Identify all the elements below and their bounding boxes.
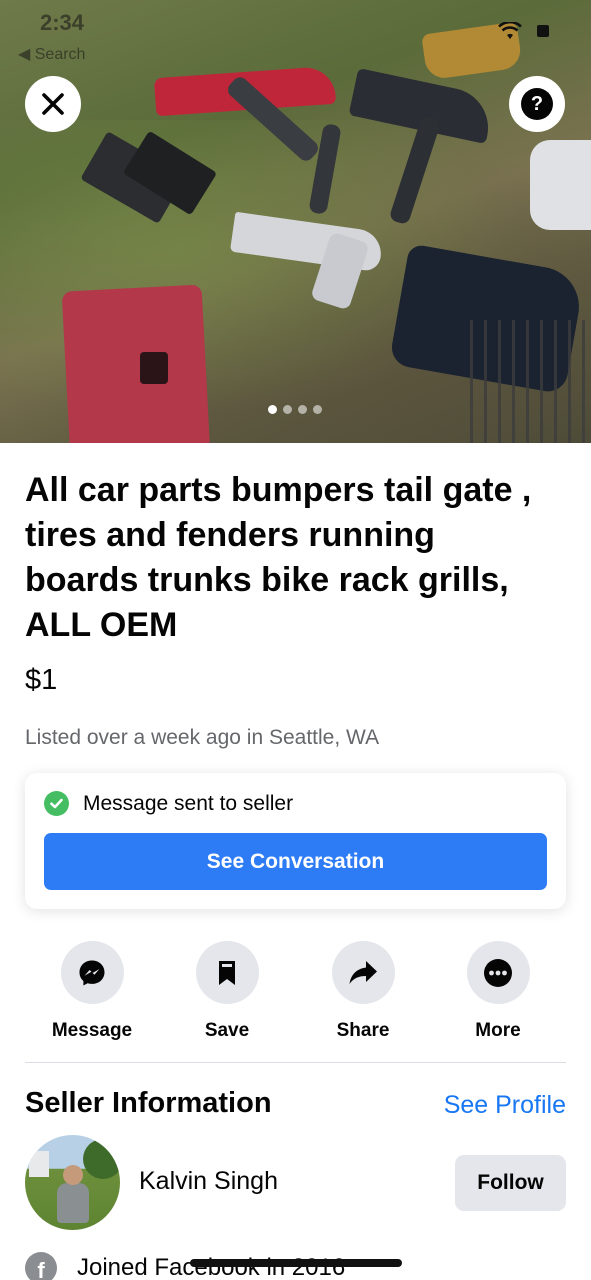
- more-action-circle[interactable]: [466, 941, 530, 1004]
- message-status: Message sent to seller: [44, 791, 293, 816]
- photo-pager: [268, 405, 322, 414]
- avatar-tree: [83, 1139, 120, 1179]
- status-time: 2:34: [40, 10, 85, 35]
- wifi-icon: [498, 22, 522, 39]
- check-circle-icon: [44, 791, 69, 816]
- follow-button[interactable]: Follow: [455, 1155, 566, 1211]
- help-icon: ?: [521, 88, 553, 120]
- listing-meta: Listed over a week ago in Seattle, WA: [25, 726, 380, 749]
- seller-avatar[interactable]: [25, 1135, 120, 1230]
- more-action[interactable]: More: [433, 941, 563, 1042]
- action-row: Message Save Share More: [25, 941, 566, 1041]
- help-button[interactable]: ?: [509, 76, 565, 132]
- share-arrow-icon: [349, 960, 377, 984]
- listing-title: All car parts bumpers tail gate , tires …: [25, 471, 532, 644]
- pager-dot[interactable]: [283, 405, 292, 414]
- avatar-house: [29, 1151, 49, 1177]
- joined-text: Joined Facebook in 2016: [77, 1254, 346, 1280]
- photo-fence: [470, 320, 591, 443]
- see-profile-link[interactable]: See Profile: [444, 1091, 566, 1120]
- avatar-head: [63, 1165, 83, 1185]
- see-conversation-button[interactable]: See Conversation: [44, 833, 547, 890]
- message-status-text: Message sent to seller: [83, 791, 294, 815]
- photo-white-panel: [530, 140, 591, 230]
- bookmark-icon: [219, 960, 235, 985]
- seller-section-title: Seller Information: [25, 1087, 272, 1119]
- avatar-body: [57, 1183, 89, 1223]
- battery-icon: [537, 25, 549, 37]
- save-action[interactable]: Save: [162, 941, 292, 1042]
- share-action[interactable]: Share: [298, 941, 428, 1042]
- message-sent-card: Message sent to seller See Conversation: [25, 773, 566, 909]
- seller-name[interactable]: Kalvin Singh: [139, 1167, 278, 1196]
- more-action-label: More: [475, 1020, 521, 1041]
- messenger-icon: [79, 960, 105, 985]
- close-icon: [42, 93, 64, 115]
- message-action-label: Message: [51, 1020, 133, 1041]
- message-action[interactable]: Message: [27, 941, 157, 1042]
- pager-dot[interactable]: [313, 405, 322, 414]
- more-dots-icon: [484, 958, 512, 987]
- save-action-label: Save: [204, 1020, 250, 1041]
- photo-tailgate: [61, 284, 211, 443]
- close-button[interactable]: [25, 76, 81, 132]
- listing-price: $1: [25, 664, 58, 696]
- divider: [25, 1062, 566, 1063]
- back-to-search[interactable]: ◀ Search: [18, 44, 85, 64]
- photo-tailgate-handle: [140, 352, 168, 384]
- message-action-circle[interactable]: [60, 941, 124, 1004]
- share-action-circle[interactable]: [331, 941, 395, 1004]
- listing-photo[interactable]: 2:34 ◀ Search ?: [0, 0, 591, 443]
- facebook-icon: f: [25, 1252, 57, 1280]
- save-action-circle[interactable]: [195, 941, 259, 1004]
- home-indicator[interactable]: [190, 1259, 402, 1267]
- pager-dot[interactable]: [298, 405, 307, 414]
- pager-dot[interactable]: [268, 405, 277, 414]
- status-icons: [498, 22, 550, 40]
- share-action-label: Share: [336, 1020, 390, 1041]
